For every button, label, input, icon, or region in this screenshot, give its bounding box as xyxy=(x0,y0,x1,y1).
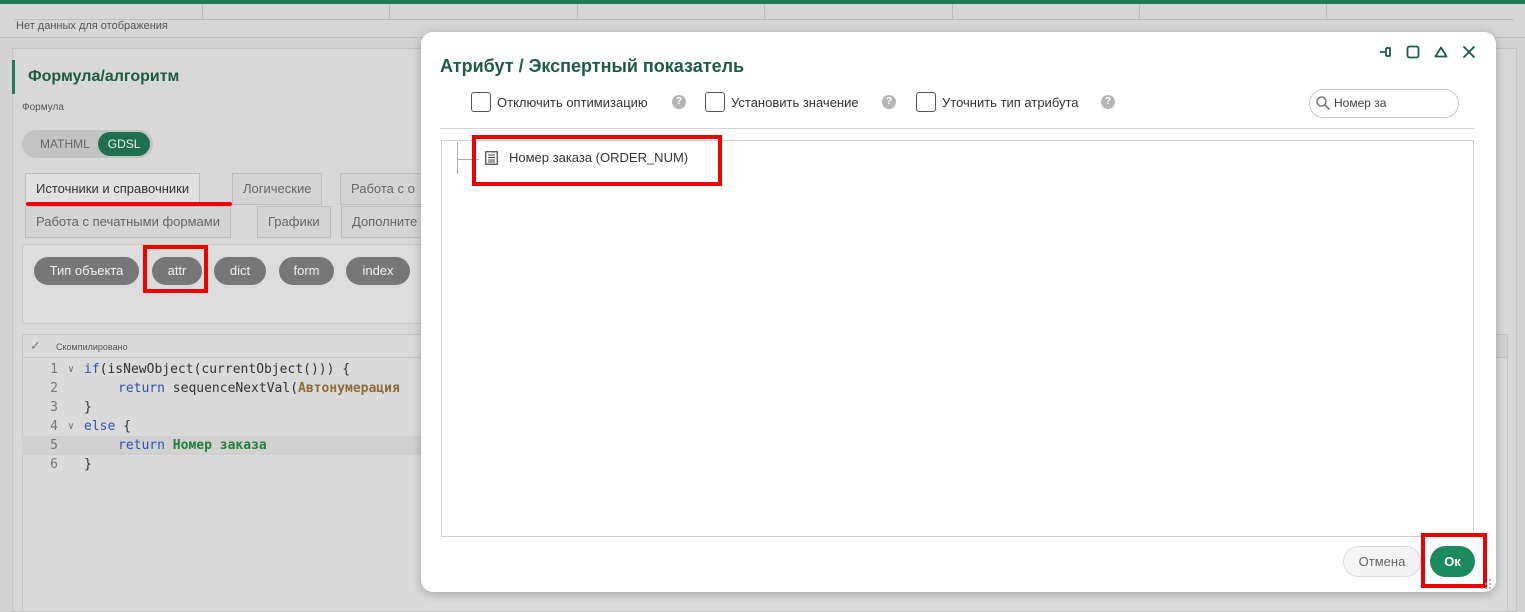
search-icon xyxy=(1316,96,1330,110)
formula-mode-toggle[interactable]: MATHML GDSL xyxy=(22,130,154,158)
code-line-5[interactable]: 5 return Номер заказа xyxy=(22,436,422,455)
tab-work-with[interactable]: Работа с о xyxy=(340,173,422,205)
tree-connector xyxy=(457,142,458,174)
dialog-divider xyxy=(440,128,1474,129)
tab-logical[interactable]: Логические xyxy=(232,173,323,205)
option-disable-optimization[interactable]: Отключить оптимизацию xyxy=(471,92,648,112)
dialog-title: Атрибут / Экспертный показатель xyxy=(440,56,745,76)
checkbox[interactable] xyxy=(705,92,725,112)
annotation-box-ok xyxy=(1421,533,1487,588)
tab-sources[interactable]: Источники и справочники xyxy=(25,173,201,205)
section-title: Формула/алгоритм xyxy=(28,68,180,85)
annotation-box-attr xyxy=(143,245,208,293)
chip-index[interactable]: index xyxy=(346,257,410,285)
fold-chevron-icon[interactable]: ∨ xyxy=(68,360,74,379)
mode-gdsl[interactable]: GDSL xyxy=(97,132,151,156)
option-refine-attribute-type[interactable]: Уточнить тип атрибута xyxy=(916,92,1079,112)
checkmark-icon: ✓ xyxy=(30,338,41,353)
code-line-3[interactable]: 3 } xyxy=(22,398,422,417)
tab-charts[interactable]: Графики xyxy=(257,206,331,238)
maximize-icon[interactable] xyxy=(1404,44,1422,62)
code-line-1[interactable]: 1 ∨ if(isNewObject(currentObject())) { xyxy=(22,360,422,379)
chip-form[interactable]: form xyxy=(279,257,334,285)
option-set-value[interactable]: Установить значение xyxy=(705,92,859,112)
help-icon[interactable]: ? xyxy=(882,95,896,109)
pin-icon[interactable] xyxy=(1377,44,1395,62)
mode-mathml[interactable]: MATHML xyxy=(32,132,98,156)
cancel-button[interactable]: Отмена xyxy=(1343,546,1421,577)
tab-additional[interactable]: Дополните xyxy=(341,206,422,238)
checkbox[interactable] xyxy=(471,92,491,112)
resize-handle-icon[interactable] xyxy=(1480,578,1492,590)
section-accent-bar xyxy=(12,60,15,94)
close-icon[interactable] xyxy=(1460,44,1478,62)
annotation-box-tree-item xyxy=(472,135,722,186)
table-header-row xyxy=(14,4,1514,20)
formula-label: Формула xyxy=(22,102,64,113)
code-line-2[interactable]: 2 return sequenceNextVal(Автонумерация xyxy=(22,379,422,398)
tab-print-forms[interactable]: Работа с печатными формами xyxy=(25,206,231,238)
fold-chevron-icon[interactable]: ∨ xyxy=(68,417,74,436)
chip-object-type[interactable]: Тип объекта xyxy=(34,257,139,285)
code-line-4[interactable]: 4 ∨ else { xyxy=(22,417,422,436)
collapse-icon[interactable] xyxy=(1432,44,1450,62)
compile-status: Скомпилировано xyxy=(56,342,128,352)
code-line-6[interactable]: 6 } xyxy=(22,455,422,474)
help-icon[interactable]: ? xyxy=(672,95,686,109)
search-input[interactable] xyxy=(1334,93,1452,113)
no-data-message: Нет данных для отображения xyxy=(16,20,168,32)
help-icon[interactable]: ? xyxy=(1101,95,1115,109)
attribute-tree[interactable] xyxy=(441,140,1474,537)
chip-dict[interactable]: dict xyxy=(214,257,266,285)
annotation-underline xyxy=(26,202,232,206)
checkbox[interactable] xyxy=(916,92,936,112)
